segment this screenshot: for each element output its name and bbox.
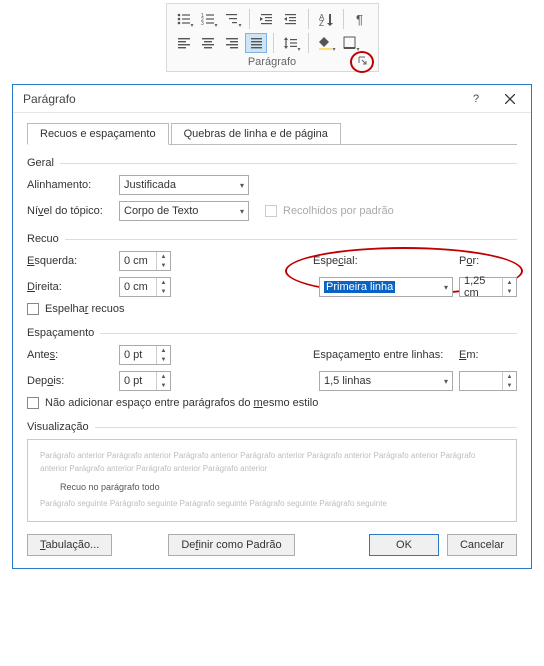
space-before-spinner[interactable]: 0 pt ▲▼ [119, 345, 171, 365]
align-justify-icon[interactable] [245, 33, 267, 53]
line-spacing-label: Espaçamento entre linhas: [313, 349, 453, 361]
titlebar: Parágrafo ? [13, 85, 531, 113]
show-marks-icon[interactable]: ¶ [350, 8, 372, 30]
group-espacamento: Espaçamento [27, 327, 517, 339]
svg-text:Z: Z [319, 19, 324, 26]
line-spacing-at-label: Em: [459, 349, 517, 361]
ribbon-paragraph-group: ▾ 123 ▾ ▾ AZ ¶ [166, 3, 379, 72]
close-button[interactable] [493, 88, 527, 110]
tab-strip: Recuos e espaçamento Quebras de linha e … [27, 123, 517, 145]
outline-level-select[interactable]: Corpo de Texto▾ [119, 201, 249, 221]
svg-text:3: 3 [201, 21, 204, 26]
svg-text:¶: ¶ [356, 12, 363, 26]
paragraph-dialog: Parágrafo ? Recuos e espaçamento Quebras… [12, 84, 532, 569]
preview-sample-text: Recuo no parágrafo todo [60, 480, 504, 494]
align-left-icon[interactable] [173, 32, 195, 54]
decrease-indent-icon[interactable] [256, 8, 278, 30]
bullets-icon[interactable]: ▾ [173, 8, 195, 30]
line-spacing-at-spinner[interactable]: ▲▼ [459, 371, 517, 391]
sort-icon[interactable]: AZ [315, 8, 337, 30]
align-center-icon[interactable] [197, 32, 219, 54]
tab-line-breaks[interactable]: Quebras de linha e de página [171, 123, 341, 145]
indent-left-spinner[interactable]: 0 cm ▲▼ [119, 251, 171, 271]
line-spacing-icon[interactable]: ▾ [280, 32, 302, 54]
outline-label: Nível do tópico: [27, 205, 113, 217]
group-geral: Geral [27, 157, 517, 169]
line-spacing-select[interactable]: 1,5 linhas▾ [319, 371, 453, 391]
special-indent-select[interactable]: Primeira linha▾ [319, 277, 453, 297]
alignment-label: Alinhamento: [27, 179, 113, 191]
help-button[interactable]: ? [459, 88, 493, 110]
indent-by-label: Por: [459, 255, 517, 267]
borders-icon[interactable]: ▾ [339, 32, 361, 54]
dialog-launcher-button[interactable] [356, 54, 370, 68]
dialog-title: Parágrafo [23, 92, 459, 106]
align-right-icon[interactable] [221, 32, 243, 54]
preview-next-text: Parágrafo seguinte Parágrafo seguinte Pa… [40, 498, 504, 511]
group-visualizacao: Visualização [27, 421, 517, 433]
preview-box: Parágrafo anterior Parágrafo anterior Pa… [27, 439, 517, 522]
ok-button[interactable]: OK [369, 534, 439, 556]
space-after-spinner[interactable]: 0 pt ▲▼ [119, 371, 171, 391]
no-add-space-checkbox[interactable]: Não adicionar espaço entre parágrafos do… [27, 397, 318, 409]
tab-indents-spacing[interactable]: Recuos e espaçamento [27, 123, 169, 145]
preview-prev-text: Parágrafo anterior Parágrafo anterior Pa… [40, 450, 504, 476]
multilevel-list-icon[interactable]: ▾ [221, 8, 243, 30]
indent-right-label: Direita: [27, 281, 113, 293]
alignment-select[interactable]: Justificada▾ [119, 175, 249, 195]
space-after-label: Depois: [27, 375, 113, 387]
indent-left-label: Esquerda: [27, 255, 113, 267]
mirror-indents-checkbox[interactable]: Espelhar recuos [27, 303, 125, 315]
ribbon-group-label: Parágrafo [248, 56, 296, 68]
tabs-button[interactable]: Tabulação... [27, 534, 112, 556]
numbering-icon[interactable]: 123 ▾ [197, 8, 219, 30]
collapsed-checkbox: Recolhidos por padrão [265, 205, 394, 217]
special-indent-label: Especial: [313, 255, 453, 267]
increase-indent-icon[interactable] [280, 8, 302, 30]
indent-right-spinner[interactable]: 0 cm ▲▼ [119, 277, 171, 297]
shading-icon[interactable]: ▾ [315, 32, 337, 54]
cancel-button[interactable]: Cancelar [447, 534, 517, 556]
group-recuo: Recuo Esquerda: 0 cm ▲▼ Especial: Por: D… [27, 233, 517, 315]
set-default-button[interactable]: Definir como Padrão [168, 534, 294, 556]
indent-by-spinner[interactable]: 1,25 cm ▲▼ [459, 277, 517, 297]
space-before-label: Antes: [27, 349, 113, 361]
